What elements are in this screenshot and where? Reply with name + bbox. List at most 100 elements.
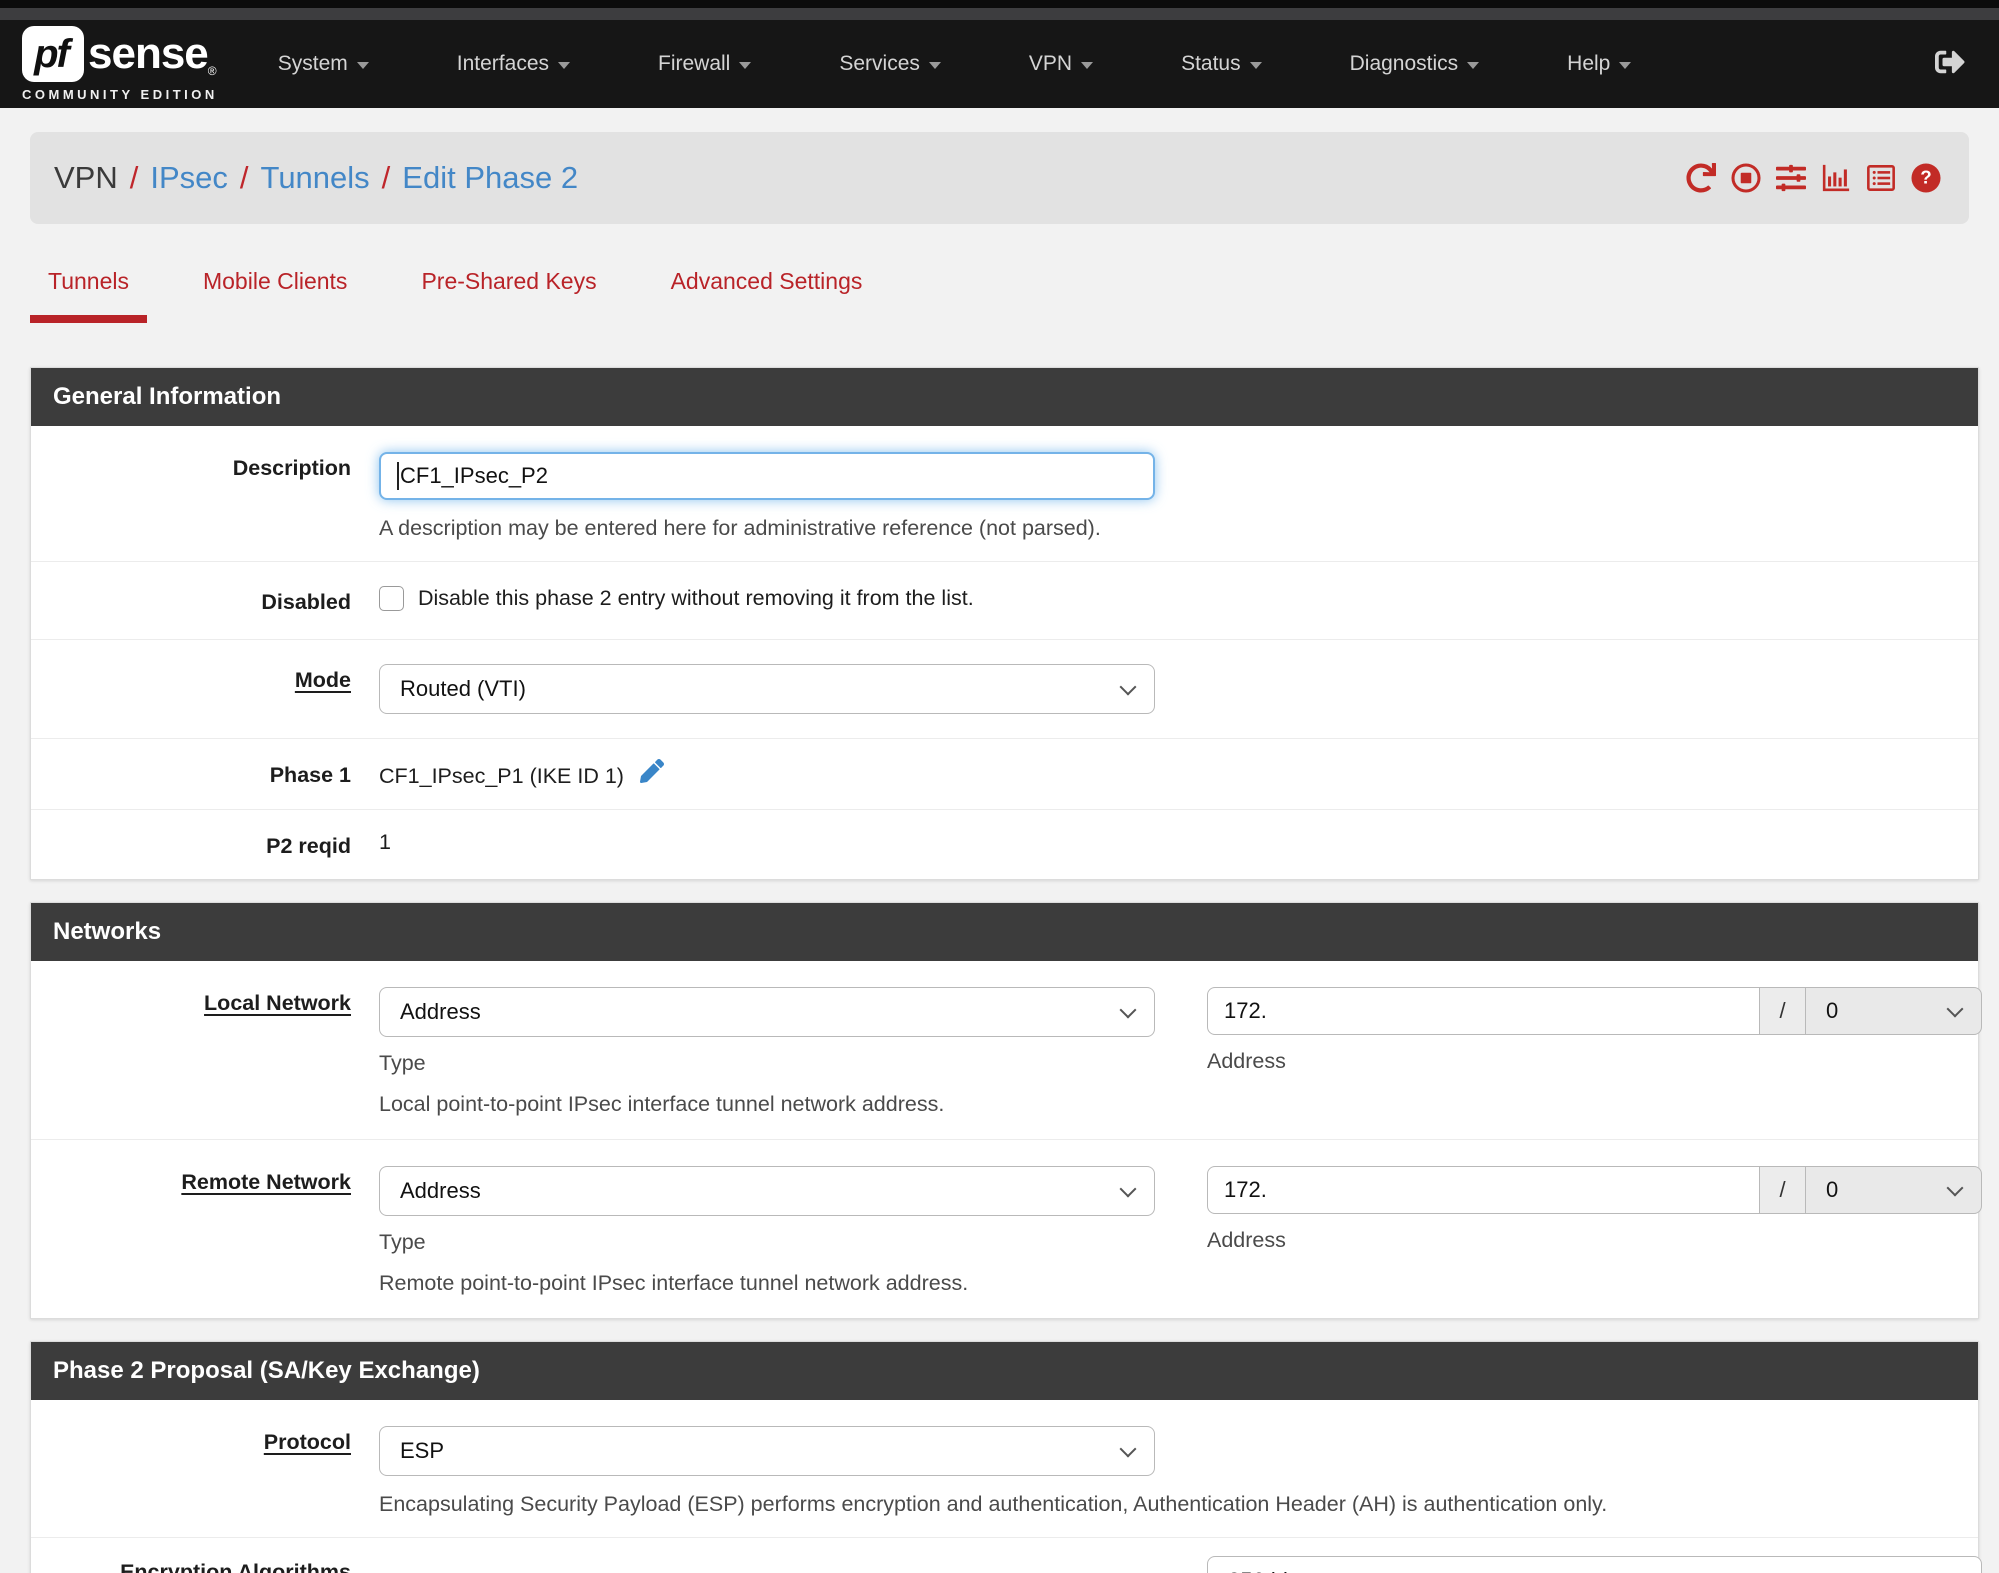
bar-chart-icon[interactable] <box>1821 163 1851 193</box>
menu-item-vpn[interactable]: VPN <box>1028 52 1094 76</box>
tab-mobile-clients[interactable]: Mobile Clients <box>185 268 365 323</box>
tab-label: Advanced Settings <box>670 268 863 294</box>
menu-item-diagnostics[interactable]: Diagnostics <box>1350 52 1480 76</box>
chevron-down-icon <box>1119 1440 1137 1457</box>
pfsense-logo[interactable]: pf sense ® COMMUNITY EDITION <box>22 26 218 102</box>
svg-text:?: ? <box>1920 167 1931 188</box>
caret-down-icon <box>928 62 941 69</box>
menu-label: Services <box>839 52 920 75</box>
help-icon[interactable]: ? <box>1911 163 1941 193</box>
aes-keylen-select[interactable]: 256 bits <box>1207 1556 1982 1573</box>
form-row-description: Description CF1_IPsec_P2 A description m… <box>31 426 1978 561</box>
section-header-networks: Networks <box>31 903 1978 961</box>
menu-item-interfaces[interactable]: Interfaces <box>457 52 570 76</box>
disabled-checkbox[interactable] <box>379 586 404 611</box>
breadcrumb-separator: / <box>239 160 249 195</box>
remote-network-type-select[interactable]: Address <box>379 1166 1155 1216</box>
protocol-select[interactable]: ESP <box>379 1426 1155 1476</box>
form-row-encryption-aes: Encryption Algorithms AES 256 bits <box>31 1537 1982 1573</box>
remote-address-input[interactable]: 172. <box>1207 1166 1760 1214</box>
form-row-phase1: Phase 1 CF1_IPsec_P1 (IKE ID 1) <box>31 738 1978 809</box>
breadcrumb: VPN / IPsec / Tunnels / Edit Phase 2 ? <box>30 132 1969 224</box>
form-row-mode: Mode Routed (VTI) <box>31 639 1978 738</box>
field-help-local-network: Local point-to-point IPsec interface tun… <box>379 1092 945 1116</box>
remote-type-value: Address <box>400 1178 481 1203</box>
breadcrumb-link-ipsec[interactable]: IPsec <box>150 160 228 196</box>
menu-item-firewall[interactable]: Firewall <box>658 52 752 76</box>
top-navbar: pf sense ® COMMUNITY EDITION System Inte… <box>0 20 1999 108</box>
section-general-information: General Information Description CF1_IPse… <box>30 367 1979 880</box>
tab-advanced-settings[interactable]: Advanced Settings <box>653 268 881 323</box>
sign-out-icon[interactable] <box>1935 47 1965 77</box>
form-row-p2reqid: P2 reqid 1 <box>31 809 1978 879</box>
field-label-encryption-algorithms: Encryption Algorithms <box>120 1560 351 1573</box>
local-address-caption: Address <box>1207 1049 1286 1073</box>
local-type-caption: Type <box>379 1051 426 1075</box>
caret-down-icon <box>1619 62 1632 69</box>
remote-mask-value: 0 <box>1826 1177 1839 1202</box>
description-input[interactable]: CF1_IPsec_P2 <box>379 452 1155 500</box>
tab-underline <box>185 315 365 323</box>
protocol-value: ESP <box>400 1438 445 1463</box>
breadcrumb-link-edit-phase2[interactable]: Edit Phase 2 <box>402 160 578 196</box>
field-label-disabled: Disabled <box>261 590 351 614</box>
local-mask-select[interactable]: 0 <box>1806 987 1982 1035</box>
tab-label: Mobile Clients <box>202 268 348 294</box>
section-phase2-proposal: Phase 2 Proposal (SA/Key Exchange) Proto… <box>30 1341 1982 1573</box>
menu-item-help[interactable]: Help <box>1567 52 1632 76</box>
section-header-general: General Information <box>31 368 1978 426</box>
registered-mark: ® <box>207 64 217 78</box>
sliders-icon[interactable] <box>1776 163 1806 193</box>
field-label-local-network: Local Network <box>204 991 351 1015</box>
menu-label: VPN <box>1028 52 1073 75</box>
active-tab-underline <box>30 315 147 323</box>
chevron-down-icon <box>1119 1180 1137 1197</box>
tab-tunnels[interactable]: Tunnels <box>30 268 147 323</box>
menu-label: Help <box>1567 52 1611 75</box>
local-network-type-select[interactable]: Address <box>379 987 1155 1037</box>
text-cursor <box>397 462 399 490</box>
phase1-value: CF1_IPsec_P1 (IKE ID 1) <box>379 764 624 788</box>
local-address-input[interactable]: 172. <box>1207 987 1760 1035</box>
stop-circle-icon[interactable] <box>1731 163 1761 193</box>
remote-type-caption: Type <box>379 1230 426 1254</box>
field-help-description: A description may be entered here for ad… <box>379 516 1101 540</box>
form-row-protocol: Protocol ESP Encapsulating Security Payl… <box>31 1400 1978 1537</box>
menu-item-system[interactable]: System <box>278 52 369 76</box>
refresh-icon[interactable] <box>1686 163 1716 193</box>
log-list-icon[interactable] <box>1866 163 1896 193</box>
menu-label: Interfaces <box>456 52 549 75</box>
tab-label: Tunnels <box>48 268 129 294</box>
chevron-down-icon <box>1946 1000 1964 1017</box>
mode-select[interactable]: Routed (VTI) <box>379 664 1155 714</box>
field-help-protocol: Encapsulating Security Payload (ESP) per… <box>379 1492 1608 1516</box>
menu-item-status[interactable]: Status <box>1181 52 1262 76</box>
section-networks: Networks Local Network Address Type 172. <box>30 902 1982 1319</box>
window-top-strip <box>0 0 1999 8</box>
pencil-icon[interactable] <box>639 759 664 783</box>
field-label-p2reqid: P2 reqid <box>266 834 351 858</box>
aes-keylen-value: 256 bits <box>1228 1568 1949 1573</box>
menu-item-services[interactable]: Services <box>839 52 941 76</box>
pf-logo-mark: pf <box>22 26 84 82</box>
menu-label: System <box>277 52 348 75</box>
chevron-down-icon <box>1119 678 1137 695</box>
tab-pre-shared-keys[interactable]: Pre-Shared Keys <box>403 268 614 323</box>
field-label-remote-network: Remote Network <box>181 1170 351 1194</box>
caret-down-icon <box>739 62 752 69</box>
remote-address-caption: Address <box>1207 1228 1286 1252</box>
remote-address-value: 172. <box>1224 1177 1267 1202</box>
breadcrumb-link-tunnels[interactable]: Tunnels <box>261 160 370 196</box>
chevron-down-icon <box>1946 1179 1964 1196</box>
breadcrumb-root: VPN <box>54 160 118 195</box>
description-value: CF1_IPsec_P2 <box>400 463 548 488</box>
field-help-remote-network: Remote point-to-point IPsec interface tu… <box>379 1271 969 1295</box>
mode-select-value: Routed (VTI) <box>400 676 526 701</box>
caret-down-icon <box>558 62 570 69</box>
local-mask-value: 0 <box>1826 998 1839 1023</box>
breadcrumb-separator: / <box>381 160 391 195</box>
mask-separator: / <box>1760 1166 1806 1214</box>
remote-mask-select[interactable]: 0 <box>1806 1166 1982 1214</box>
brand-subtitle: COMMUNITY EDITION <box>22 87 218 102</box>
form-row-disabled: Disabled Disable this phase 2 entry with… <box>31 561 1978 639</box>
